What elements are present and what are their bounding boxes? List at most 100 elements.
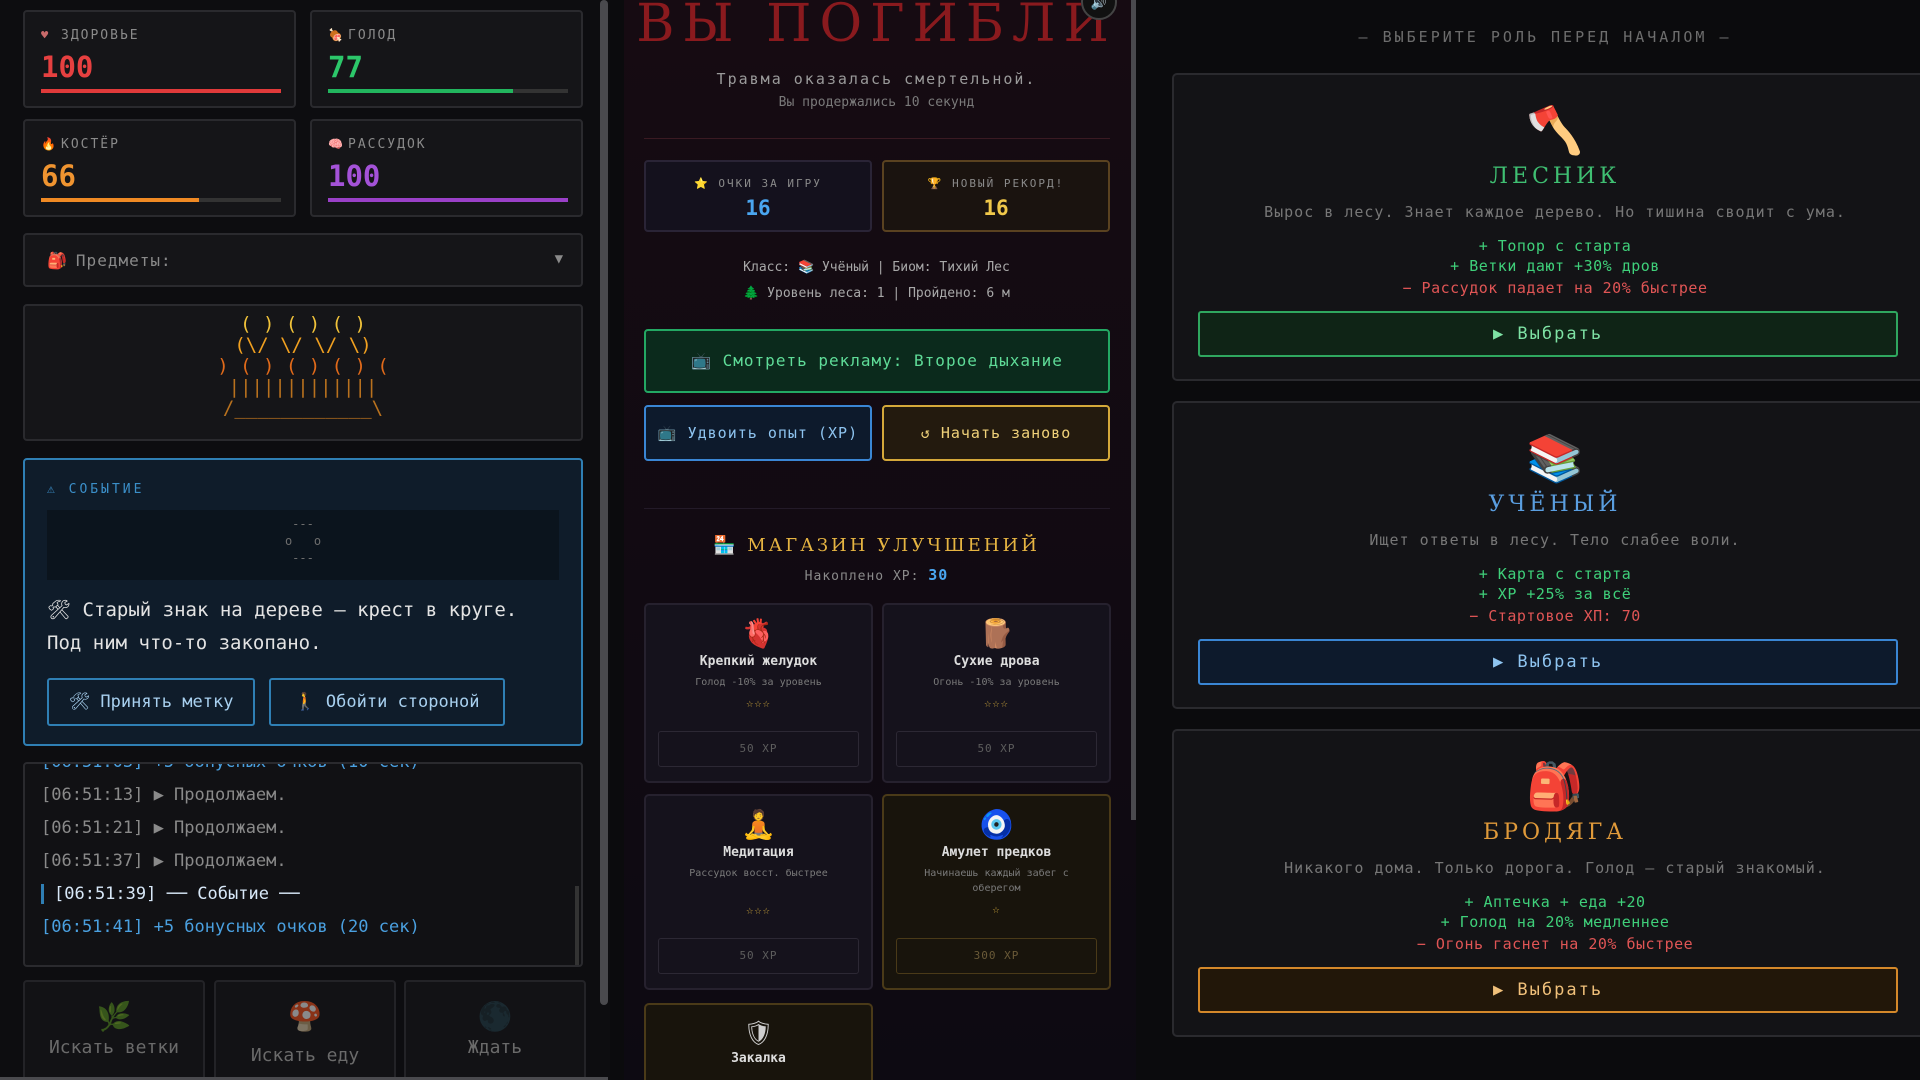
upgrade-card[interactable]: 🫀 Крепкий желудок Голод -10% за уровень …	[644, 603, 873, 783]
search-branches-button[interactable]: 🌿 Искать ветки	[23, 980, 205, 1080]
upgrade-stars: ☆☆☆	[746, 696, 771, 710]
stat-value: 100	[328, 159, 381, 193]
log-entry: [06:51:21] ▶ Продолжаем.	[41, 818, 287, 838]
upgrade-name: Медитация	[723, 845, 794, 860]
log-entry: [06:51:39] ── Событие ──	[41, 884, 300, 904]
select-scholar-button[interactable]: ▶ Выбрать	[1198, 639, 1898, 685]
campfire-line: |||||||||||||	[228, 376, 378, 398]
game-panel: ♥ ЗДОРОВЬЕ 100 🍖 ГОЛОД 77 🔥 КОСТЁР 66 🧠 РАСС…	[0, 0, 610, 1080]
roles-header: — ВЫБЕРИТЕ РОЛЬ ПЕРЕД НАЧАЛОМ —	[1358, 28, 1732, 46]
role-penalty: − Рассудок падает на 20% быстрее	[1402, 279, 1708, 297]
items-label: Предметы:	[75, 251, 172, 270]
role-card-forester: 🪓 ЛЕСНИК Вырос в лесу. Знает каждое дере…	[1172, 73, 1920, 381]
upgrade-stars: ☆☆☆	[746, 903, 771, 917]
forest-level-info: 🌲 Уровень леса: 1 | Пройдено: 6 м	[743, 286, 1010, 301]
xp-label: Накоплено XP:	[804, 569, 920, 584]
stat-hunger: 🍖 ГОЛОД 77	[310, 10, 583, 108]
upgrade-card[interactable]: 🛡 Закалка	[644, 1003, 873, 1080]
event-art: --- o o ---	[47, 510, 559, 580]
upgrade-buy-button[interactable]: 300 XP	[896, 938, 1097, 974]
select-forester-button[interactable]: ▶ Выбрать	[1198, 311, 1898, 357]
upgrade-card[interactable]: 🧘 Медитация Рассудок восст. быстрее ☆☆☆ …	[644, 794, 873, 990]
watch-ad-button[interactable]: 📺 Смотреть рекламу: Второе дыхание	[644, 329, 1110, 393]
role-bonus: + Голод на 20% медленнее	[1440, 913, 1670, 931]
select-wanderer-button[interactable]: ▶ Выбрать	[1198, 967, 1898, 1013]
search-food-button[interactable]: 🍄 Искать еду	[214, 980, 396, 1080]
mushroom-icon: 🍄	[287, 1000, 323, 1033]
score-box: ⭐ ОЧКИ ЗА ИГРУ 16	[644, 160, 872, 232]
upgrade-buy-button[interactable]: 50 XP	[896, 731, 1097, 767]
accept-mark-button[interactable]: 🛠 Принять метку	[47, 678, 255, 726]
stat-label: ГОЛОД	[348, 28, 398, 43]
upgrade-buy-button[interactable]: 50 XP	[658, 938, 859, 974]
upgrade-buy-button[interactable]: 50 XP	[658, 731, 859, 767]
stat-health: ♥ ЗДОРОВЬЕ 100	[23, 10, 296, 108]
upgrade-name: Крепкий желудок	[699, 654, 818, 669]
role-bonus: + Ветки дают +30% дров	[1450, 257, 1660, 275]
upgrade-name: Закалка	[731, 1051, 786, 1066]
stat-value: 66	[41, 159, 76, 193]
upgrade-stars: ☆	[992, 902, 1001, 916]
wait-button[interactable]: 🌑 Ждать	[404, 980, 586, 1080]
campfire-line: ) ( ) ( ) ( ) (	[217, 355, 389, 377]
log-entry: [06:51:13] ▶ Продолжаем.	[41, 785, 287, 805]
role-name: ЛЕСНИК	[1489, 164, 1621, 189]
axe-icon: 🪓	[1526, 103, 1584, 157]
health-bar	[41, 89, 281, 93]
restart-button[interactable]: ↺ Начать заново	[882, 405, 1110, 461]
survival-time: Вы продержались 10 секунд	[778, 95, 975, 110]
mid-scrollbar[interactable]	[1131, 0, 1136, 820]
role-desc: Вырос в лесу. Знает каждое дерево. Но ти…	[1264, 203, 1846, 221]
shop-title: 🏪 МАГАЗИН УЛУЧШЕНИЙ	[713, 535, 1040, 556]
upgrade-card[interactable]: 🧿 Амулет предков Начинаешь каждый забег …	[882, 794, 1111, 990]
avoid-button[interactable]: 🚶 Обойти стороной	[269, 678, 505, 726]
meditation-icon: 🧘	[741, 808, 776, 841]
upgrade-name: Амулет предков	[941, 845, 1052, 860]
upgrade-desc: Начинаешь каждый забег с оберегом	[924, 868, 1069, 894]
event-text: 🛠 Старый знак на дереве — крест в круге.…	[47, 599, 518, 654]
role-card-scholar: 📚 УЧЁНЫЙ Ищет ответы в лесу. Тело слабее…	[1172, 401, 1920, 709]
role-desc: Никакого дома. Только дорога. Голод — ст…	[1284, 859, 1826, 877]
log-scrollbar[interactable]	[575, 886, 579, 965]
branch-icon: 🌿	[96, 1000, 132, 1033]
event-panel: ⚠ СОБЫТИЕ --- o o --- 🛠 Старый знак на д…	[23, 458, 583, 746]
stat-label: ЗДОРОВЬЕ	[61, 28, 140, 43]
items-dropdown[interactable]: 🎒 Предметы: ▼	[23, 233, 583, 287]
role-bonus: + XP +25% за всё	[1478, 585, 1632, 603]
sanity-bar	[328, 198, 568, 202]
score-label: ⭐ ОЧКИ ЗА ИГРУ	[694, 177, 822, 190]
meat-icon: 🍖	[328, 28, 345, 42]
campfire-line: /____________\	[222, 397, 384, 419]
role-penalty: − Огонь гаснет на 20% быстрее	[1416, 935, 1694, 953]
books-icon: 📚	[1526, 431, 1584, 485]
backpack-icon: 🎒	[47, 251, 68, 270]
role-name: УЧЁНЫЙ	[1488, 492, 1622, 517]
log-entry: [06:51:41] +5 бонусных очков (20 сек)	[41, 917, 420, 937]
action-label: Искать еду	[250, 1045, 360, 1066]
record-value: 16	[983, 196, 1009, 220]
class-biome-info: Класс: 📚 Учёный | Биом: Тихий Лес	[743, 260, 1010, 275]
death-title: ВЫ ПОГИБЛИ	[636, 0, 1117, 54]
xp-value: 30	[928, 566, 949, 584]
role-name: БРОДЯГА	[1483, 820, 1627, 845]
double-xp-button[interactable]: 📺 Удвоить опыт (XP)	[644, 405, 872, 461]
campfire-art: ( ) ( ) ( ) (\/ \/ \/ \)) ( ) ( ) ( ) (||…	[23, 304, 583, 441]
amulet-icon: 🧿	[979, 808, 1014, 841]
role-bonus: + Карта с старта	[1478, 565, 1632, 583]
upgrade-card[interactable]: 🪵 Сухие дрова Огонь -10% за уровень ☆☆☆ …	[882, 603, 1111, 783]
chevron-down-icon: ▼	[554, 251, 563, 267]
event-header: ⚠ СОБЫТИЕ	[47, 482, 145, 497]
upgrade-desc: Голод -10% за уровень	[695, 677, 822, 688]
role-penalty: − Стартовое ХП: 70	[1469, 607, 1641, 625]
hunger-bar	[328, 89, 568, 93]
stat-label: КОСТЁР	[61, 137, 120, 152]
upgrade-desc: Рассудок восст. быстрее	[689, 868, 828, 879]
action-label: Искать ветки	[48, 1037, 180, 1058]
event-log[interactable]: [06:51:03] +5 бонусных очков (10 сек) [06…	[23, 762, 583, 967]
campfire-ascii: ( ) ( ) ( ) (\/ \/ \/ \)) ( ) ( ) ( ) (||…	[25, 314, 581, 419]
log-entry: [06:51:03] +5 бонусных очков (10 сек)	[41, 762, 420, 772]
left-scrollbar[interactable]	[600, 0, 608, 1005]
stomach-icon: 🫀	[741, 617, 776, 650]
stat-fire: 🔥 КОСТЁР 66	[23, 119, 296, 217]
stat-label: РАССУДОК	[348, 137, 427, 152]
